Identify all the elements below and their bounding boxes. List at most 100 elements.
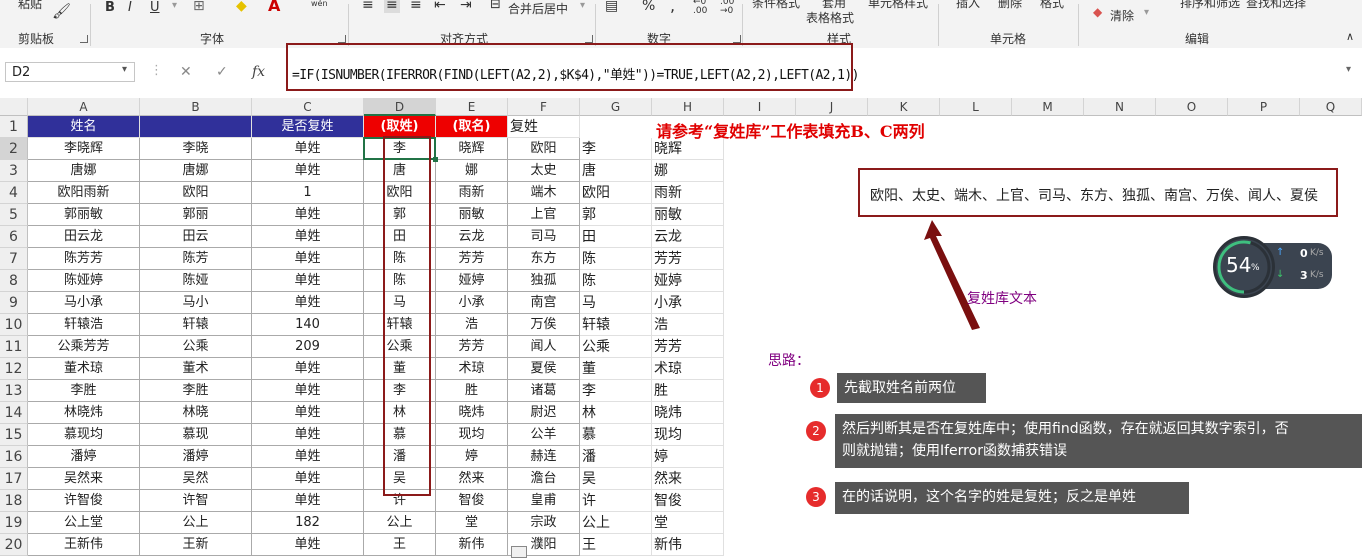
cell-c-10[interactable]: 140 <box>252 314 364 336</box>
clipboard-launcher-icon[interactable] <box>80 35 88 43</box>
row-header-19[interactable]: 19 <box>0 512 28 534</box>
cell-g-8[interactable]: 陈 <box>580 270 652 292</box>
cell-e-19[interactable]: 堂 <box>436 512 508 534</box>
header-compound-surname[interactable]: 复姓 <box>508 116 580 138</box>
row-header-8[interactable]: 8 <box>0 270 28 292</box>
cell-f-13[interactable]: 诸葛 <box>508 380 580 402</box>
cell-e-8[interactable]: 娅婷 <box>436 270 508 292</box>
cell-name-13[interactable]: 李胜 <box>28 380 140 402</box>
merge-icon[interactable]: ⊟ <box>490 0 501 12</box>
cell-h-4[interactable]: 雨新 <box>652 182 724 204</box>
cell-g-20[interactable]: 王 <box>580 534 652 556</box>
cell-e-7[interactable]: 芳芳 <box>436 248 508 270</box>
cell-h-20[interactable]: 新伟 <box>652 534 724 556</box>
font-launcher-icon[interactable] <box>338 35 346 43</box>
cell-e-3[interactable]: 娜 <box>436 160 508 182</box>
cell-name-10[interactable]: 轩辕浩 <box>28 314 140 336</box>
increase-indent-icon[interactable]: ⇥ <box>460 0 472 13</box>
cell-c-16[interactable]: 单姓 <box>252 446 364 468</box>
border-icon[interactable]: ⊞ <box>193 0 205 14</box>
row-header-11[interactable]: 11 <box>0 336 28 358</box>
cell-name-3[interactable]: 唐娜 <box>28 160 140 182</box>
name-box-dropdown-icon[interactable]: ▾ <box>122 64 127 75</box>
merge-center-button[interactable]: 合并后居中 <box>508 0 568 17</box>
cell-name-14[interactable]: 林晓炜 <box>28 402 140 424</box>
select-all-corner[interactable] <box>0 98 28 116</box>
cell-c-3[interactable]: 单姓 <box>252 160 364 182</box>
cell-name-17[interactable]: 吴然来 <box>28 468 140 490</box>
cell-c-14[interactable]: 单姓 <box>252 402 364 424</box>
cell-e-15[interactable]: 现均 <box>436 424 508 446</box>
fill-handle[interactable] <box>433 157 438 162</box>
cell-g-9[interactable]: 马 <box>580 292 652 314</box>
cell-c-13[interactable]: 单姓 <box>252 380 364 402</box>
cell-b-9[interactable]: 马小 <box>140 292 252 314</box>
column-header-n[interactable]: N <box>1084 98 1156 116</box>
cell-c-9[interactable]: 单姓 <box>252 292 364 314</box>
cell-h-16[interactable]: 婷 <box>652 446 724 468</box>
row-header-20[interactable]: 20 <box>0 534 28 556</box>
insert-button[interactable]: 插入 <box>956 0 980 11</box>
cell-name-15[interactable]: 慕现均 <box>28 424 140 446</box>
cell-name-4[interactable]: 欧阳雨新 <box>28 182 140 204</box>
cell-f-18[interactable]: 皇甫 <box>508 490 580 512</box>
column-header-l[interactable]: L <box>940 98 1012 116</box>
column-header-b[interactable]: B <box>140 98 252 116</box>
row-header-5[interactable]: 5 <box>0 204 28 226</box>
cell-b-10[interactable]: 轩辕 <box>140 314 252 336</box>
row-header-17[interactable]: 17 <box>0 468 28 490</box>
cell-e-13[interactable]: 胜 <box>436 380 508 402</box>
cell-name-9[interactable]: 马小承 <box>28 292 140 314</box>
column-header-a[interactable]: A <box>28 98 140 116</box>
column-header-m[interactable]: M <box>1012 98 1084 116</box>
row-header-6[interactable]: 6 <box>0 226 28 248</box>
cell-g-17[interactable]: 吴 <box>580 468 652 490</box>
cell-b-6[interactable]: 田云 <box>140 226 252 248</box>
column-header-g[interactable]: G <box>580 98 652 116</box>
align-left-icon[interactable]: ≡ <box>362 0 374 13</box>
accounting-icon[interactable]: ▤ <box>605 0 618 14</box>
cell-b-19[interactable]: 公上 <box>140 512 252 534</box>
decrease-indent-icon[interactable]: ⇤ <box>434 0 446 13</box>
cell-b-14[interactable]: 林晓 <box>140 402 252 424</box>
cell-g-6[interactable]: 田 <box>580 226 652 248</box>
header-is-compound[interactable]: 是否复姓 <box>252 116 364 138</box>
cell-e-9[interactable]: 小承 <box>436 292 508 314</box>
cell-h-8[interactable]: 娅婷 <box>652 270 724 292</box>
cell-h-19[interactable]: 堂 <box>652 512 724 534</box>
cell-name-7[interactable]: 陈芳芳 <box>28 248 140 270</box>
cell-h-15[interactable]: 现均 <box>652 424 724 446</box>
memory-gauge[interactable]: 54 % <box>1213 236 1275 298</box>
column-header-d[interactable]: D <box>364 98 436 116</box>
cell-e-16[interactable]: 婷 <box>436 446 508 468</box>
cell-c-5[interactable]: 单姓 <box>252 204 364 226</box>
cell-c-8[interactable]: 单姓 <box>252 270 364 292</box>
function-icon[interactable]: fx <box>252 64 265 80</box>
column-header-c[interactable]: C <box>252 98 364 116</box>
cell-b-11[interactable]: 公乘 <box>140 336 252 358</box>
cell-e-2[interactable]: 晓辉 <box>436 138 508 160</box>
dropdown-arrow-icon[interactable]: ▾ <box>172 0 177 11</box>
cell-h-9[interactable]: 小承 <box>652 292 724 314</box>
row-header-10[interactable]: 10 <box>0 314 28 336</box>
bold-button[interactable]: B <box>105 0 115 15</box>
cell-f-10[interactable]: 万俟 <box>508 314 580 336</box>
cell-d-19[interactable]: 公上 <box>364 512 436 534</box>
cell-f-14[interactable]: 尉迟 <box>508 402 580 424</box>
column-header-i[interactable]: I <box>724 98 796 116</box>
cell-name-20[interactable]: 王新伟 <box>28 534 140 556</box>
column-header-k[interactable]: K <box>868 98 940 116</box>
column-header-p[interactable]: P <box>1228 98 1300 116</box>
cell-c-19[interactable]: 182 <box>252 512 364 534</box>
cell-f-16[interactable]: 赫连 <box>508 446 580 468</box>
header-b-empty[interactable] <box>140 116 252 138</box>
cell-e-12[interactable]: 术琼 <box>436 358 508 380</box>
merge-dropdown-icon[interactable]: ▾ <box>580 0 585 11</box>
phonetic-icon[interactable]: wén <box>311 0 328 8</box>
cell-e-18[interactable]: 智俊 <box>436 490 508 512</box>
cell-h-13[interactable]: 胜 <box>652 380 724 402</box>
header-take-given-name[interactable]: (取名) <box>436 116 508 138</box>
cell-h-5[interactable]: 丽敏 <box>652 204 724 226</box>
row-header-7[interactable]: 7 <box>0 248 28 270</box>
cell-e-11[interactable]: 芳芳 <box>436 336 508 358</box>
